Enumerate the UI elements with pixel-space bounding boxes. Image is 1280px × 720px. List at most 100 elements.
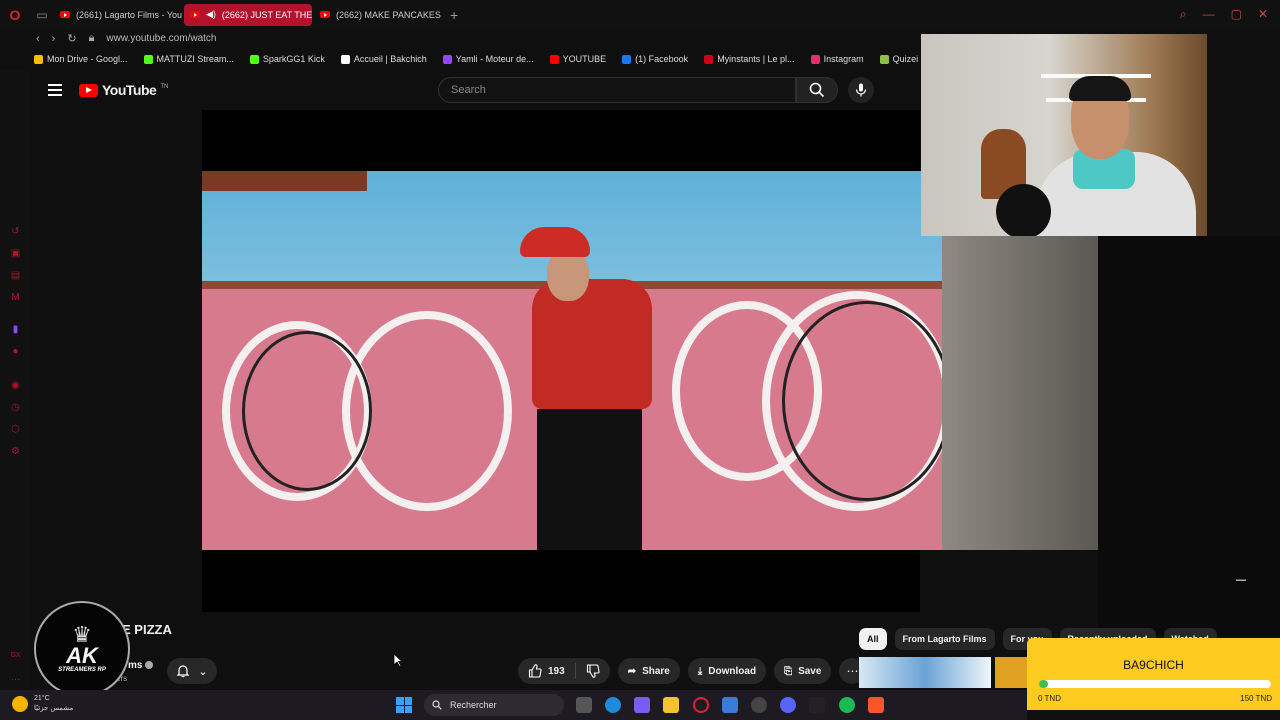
tab-label: (2662) JUST EAT THE <box>221 9 312 20</box>
youtube-favicon-icon <box>190 11 200 18</box>
opera-logo-icon[interactable]: O <box>0 0 30 29</box>
share-button[interactable]: ➦ Share <box>617 658 680 684</box>
tab-overview-icon[interactable]: ▭ <box>30 8 54 22</box>
discord-icon[interactable] <box>780 697 796 713</box>
microphone-icon <box>855 83 867 97</box>
like-count: 193 <box>548 665 565 677</box>
more-icon[interactable]: … <box>10 672 21 683</box>
store-app-icon[interactable] <box>634 697 650 713</box>
bookmark-item[interactable]: SparkGG1 Kick <box>249 54 325 64</box>
weather-description: مشمس جزئيًا <box>34 705 74 712</box>
bookmark-item[interactable]: Yamli - Moteur de... <box>442 54 534 64</box>
verified-icon <box>145 661 154 670</box>
settings-icon[interactable]: ⚙ <box>10 446 21 457</box>
donation-goal-max: 150 TND <box>1240 694 1272 703</box>
browser-tab[interactable]: (2662) MAKE PANCAKES <box>314 4 442 26</box>
bookmark-favicon-icon <box>622 54 632 64</box>
more-dots-icon: ⋯ <box>846 664 859 678</box>
donation-progress-fill <box>1039 680 1049 688</box>
twitch-icon[interactable]: ▮ <box>10 324 21 335</box>
donation-progress-bar <box>1039 680 1271 688</box>
extensions-icon[interactable]: ⬡ <box>10 424 21 435</box>
page-background <box>1098 236 1280 636</box>
youtube-logo[interactable]: YouTube TN <box>79 82 168 98</box>
webcam-overlay <box>921 34 1207 236</box>
speaker-icon[interactable]: ◀) <box>206 9 216 20</box>
steam-icon[interactable] <box>751 697 767 713</box>
reload-icon[interactable]: ↻ <box>67 32 76 45</box>
like-button[interactable]: 193 <box>518 664 575 678</box>
history-icon[interactable]: ↺ <box>10 226 21 237</box>
bookmark-label: MATTUZI Stream... <box>156 54 234 64</box>
taskbar-search-label: Rechercher <box>450 700 497 710</box>
recommended-video-thumbnail[interactable] <box>995 657 1027 688</box>
chip-from-lagarto-films[interactable]: From Lagarto Films <box>894 628 995 650</box>
windows-start-icon[interactable] <box>396 697 412 713</box>
forward-icon[interactable]: › <box>52 33 56 45</box>
back-icon[interactable]: ‹ <box>36 33 40 45</box>
browser-tab[interactable]: (2661) Lagarto Films - You <box>54 4 182 26</box>
spotify-icon[interactable]: ● <box>10 346 21 357</box>
close-window-icon[interactable]: ✕ <box>1258 7 1268 22</box>
ms-store-icon[interactable] <box>722 697 738 713</box>
notification-bell-button[interactable]: ⌄ <box>167 658 217 684</box>
bookmark-favicon-icon <box>442 54 452 64</box>
video-person <box>520 227 590 257</box>
bookmark-item[interactable]: Mon Drive - Googl... <box>34 54 128 64</box>
share-label: Share <box>642 665 670 677</box>
bookmark-label: Accueil | Bakchich <box>353 54 427 64</box>
channel-name[interactable]: ms <box>128 660 154 671</box>
menu-icon[interactable] <box>48 84 62 96</box>
gx-icon[interactable]: GX <box>10 650 21 661</box>
bookmark-favicon-icon <box>810 54 820 64</box>
video-title: E PIZZA <box>122 622 172 637</box>
wallet-icon[interactable]: ▣ <box>10 248 21 259</box>
search-tabs-icon[interactable]: ⌕ <box>1180 7 1187 22</box>
bookmark-label: YOUTUBE <box>562 54 607 64</box>
search-icon <box>432 700 442 710</box>
video-watermark: ▬▬ <box>1236 577 1246 583</box>
messenger-icon[interactable]: ▤ <box>10 270 21 281</box>
recommended-video-thumbnail[interactable] <box>859 657 991 688</box>
donation-goal-name: BA9CHICH <box>1123 658 1184 672</box>
thumbs-up-icon <box>528 664 542 678</box>
bookmark-label: SparkGG1 Kick <box>262 54 325 64</box>
video-scene-shelf <box>202 171 367 191</box>
search-input[interactable]: Search <box>438 77 796 103</box>
youtube-header: YouTube TN Search <box>30 70 920 110</box>
player-icon[interactable]: ◉ <box>10 380 21 391</box>
maximize-icon[interactable]: ▢ <box>1231 7 1242 22</box>
bookmark-favicon-icon <box>143 54 153 64</box>
search-button[interactable] <box>796 77 838 103</box>
bookmark-item[interactable]: YOUTUBE <box>549 54 607 64</box>
edge-icon[interactable] <box>605 697 621 713</box>
bookmark-item[interactable]: (1) Facebook <box>622 54 688 64</box>
donation-goal-min: 0 TND <box>1038 694 1061 703</box>
save-button[interactable]: ⎘ Save <box>774 658 832 684</box>
url-field[interactable]: www.youtube.com/watch <box>106 33 216 44</box>
chip-all[interactable]: All <box>859 628 887 650</box>
bookmark-item[interactable]: MATTUZI Stream... <box>143 54 234 64</box>
weather-widget[interactable]: 21°C مشمس جزئيًا <box>12 694 73 714</box>
taskbar-search[interactable]: Rechercher <box>424 694 564 716</box>
terminal-icon[interactable] <box>809 697 825 713</box>
file-explorer-icon[interactable] <box>663 697 679 713</box>
voice-search-button[interactable] <box>848 77 874 103</box>
video-person <box>532 279 652 409</box>
brave-icon[interactable] <box>868 697 884 713</box>
bookmark-item[interactable]: Instagram <box>810 54 864 64</box>
dislike-button[interactable] <box>576 664 610 678</box>
save-label: Save <box>798 665 822 677</box>
task-view-icon[interactable] <box>576 697 592 713</box>
spotify-taskbar-icon[interactable] <box>839 697 855 713</box>
new-tab-icon[interactable]: + <box>450 7 458 23</box>
browser-tab-active[interactable]: ◀) (2662) JUST EAT THE <box>184 3 312 26</box>
bookmark-favicon-icon <box>249 54 259 64</box>
bookmark-item[interactable]: Myinstants | Le pl... <box>704 54 795 64</box>
minimize-icon[interactable]: — <box>1203 7 1215 22</box>
opera-gx-taskbar-icon[interactable] <box>693 697 709 713</box>
bookmark-item[interactable]: Accueil | Bakchich <box>340 54 427 64</box>
clock-icon[interactable]: ◷ <box>10 402 21 413</box>
m-app-icon[interactable]: M <box>10 292 21 303</box>
download-button[interactable]: ⤓ Download <box>687 658 767 684</box>
